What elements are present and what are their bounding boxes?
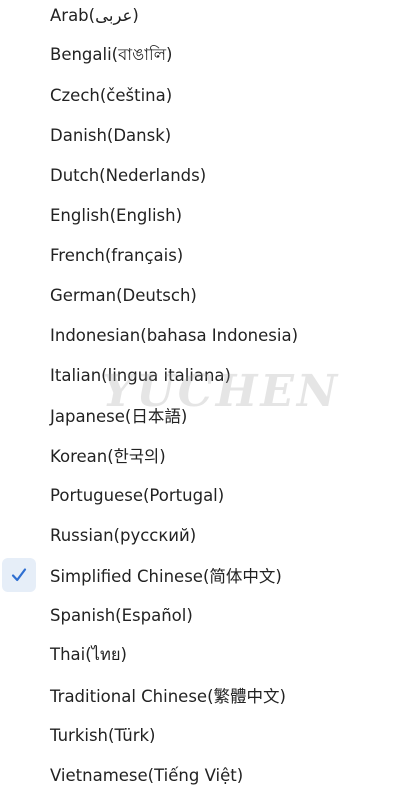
language-label: Danish(Dansk)	[50, 125, 172, 145]
language-item-italian[interactable]: Italian(lingua italiana)	[0, 357, 418, 393]
language-label: Bengali(বাঙালি)	[50, 44, 173, 64]
checkmark-glyph	[11, 568, 27, 582]
language-item-simplified-chinese[interactable]: Simplified Chinese(简体中文)	[0, 557, 418, 593]
language-item-spanish[interactable]: Spanish(Español)	[0, 597, 418, 633]
language-item-thai[interactable]: Thai(ไทย)	[0, 637, 418, 673]
language-item-russian[interactable]: Russian(русский)	[0, 517, 418, 553]
language-label: Thai(ไทย)	[50, 645, 127, 664]
language-label: Indonesian(bahasa Indonesia)	[50, 325, 299, 345]
language-label: Dutch(Nederlands)	[50, 165, 207, 185]
checkmark-icon	[2, 558, 36, 592]
language-item-dutch[interactable]: Dutch(Nederlands)	[0, 157, 418, 193]
language-item-portuguese[interactable]: Portuguese(Portugal)	[0, 477, 418, 513]
language-label: Vietnamese(Tiếng Việt)	[50, 765, 244, 785]
language-item-vietnamese[interactable]: Vietnamese(Tiếng Việt)	[0, 757, 418, 793]
language-item-indonesian[interactable]: Indonesian(bahasa Indonesia)	[0, 317, 418, 353]
language-label: Simplified Chinese(简体中文)	[50, 567, 282, 586]
language-list: Arab(عربى) Bengali(বাঙালি) Czech(čeština…	[0, 0, 418, 800]
language-item-turkish[interactable]: Turkish(Türk)	[0, 717, 418, 753]
language-item-german[interactable]: German(Deutsch)	[0, 277, 418, 313]
language-label: Spanish(Español)	[50, 605, 193, 625]
language-label: Italian(lingua italiana)	[50, 365, 231, 385]
language-item-danish[interactable]: Danish(Dansk)	[0, 117, 418, 153]
language-label: French(français)	[50, 245, 184, 265]
language-label: Russian(русский)	[50, 525, 197, 545]
language-label: English(English)	[50, 205, 183, 225]
language-item-korean[interactable]: Korean(한국의)	[0, 437, 418, 473]
language-item-czech[interactable]: Czech(čeština)	[0, 77, 418, 113]
language-label: Czech(čeština)	[50, 85, 173, 105]
language-label: Portuguese(Portugal)	[50, 485, 225, 505]
language-label: German(Deutsch)	[50, 285, 197, 305]
language-label: Turkish(Türk)	[50, 725, 156, 745]
language-label: Arab(عربى)	[50, 5, 139, 25]
language-item-french[interactable]: French(français)	[0, 237, 418, 273]
language-item-traditional-chinese[interactable]: Traditional Chinese(繁體中文)	[0, 677, 418, 713]
language-item-japanese[interactable]: Japanese(日本語)	[0, 397, 418, 433]
language-label: Korean(한국의)	[50, 447, 166, 466]
language-item-bengali[interactable]: Bengali(বাঙালি)	[0, 37, 418, 73]
language-label: Japanese(日本語)	[50, 407, 188, 426]
language-item-arab[interactable]: Arab(عربى)	[0, 0, 418, 33]
language-item-english[interactable]: English(English)	[0, 197, 418, 233]
language-label: Traditional Chinese(繁體中文)	[50, 687, 286, 706]
